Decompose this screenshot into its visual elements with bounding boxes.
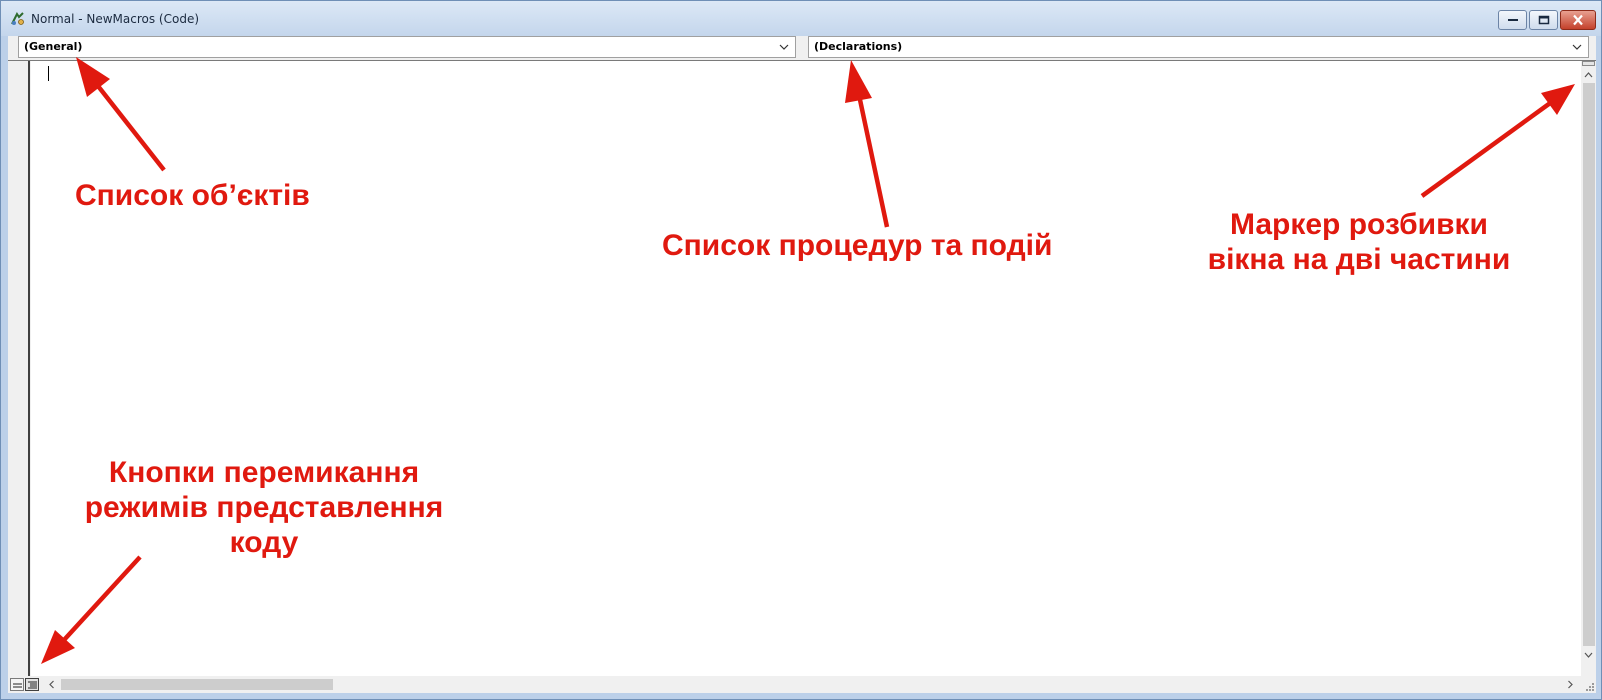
- title-bar[interactable]: Normal - NewMacros (Code): [1, 1, 1601, 36]
- vertical-scrollbar[interactable]: [1581, 61, 1596, 676]
- vertical-scroll-thumb[interactable]: [1583, 83, 1595, 646]
- code-window: Normal - NewMacros (Code) (General) (Dec…: [0, 0, 1602, 700]
- annotation-object-list: Список об’єктів: [75, 179, 310, 212]
- code-pane: [8, 60, 1596, 693]
- maximize-button[interactable]: [1529, 10, 1558, 30]
- close-icon: [1573, 14, 1583, 26]
- annotation-view-buttons: Кнопки перемикання режимів представлення…: [84, 456, 444, 559]
- chevron-down-icon[interactable]: [1581, 649, 1596, 661]
- object-list-value: (General): [24, 40, 83, 53]
- procedure-list-dropdown[interactable]: (Declarations): [808, 36, 1589, 58]
- chevron-down-icon: [1572, 44, 1582, 50]
- chevron-up-icon[interactable]: [1581, 69, 1596, 81]
- resize-grip-icon[interactable]: [1581, 676, 1596, 693]
- annotation-procedure-list: Список процедур та подій: [662, 229, 1053, 262]
- full-module-view-icon: [28, 681, 37, 689]
- chevron-right-icon[interactable]: [1564, 679, 1576, 690]
- horizontal-scrollbar-bar: [8, 676, 1596, 693]
- maximize-icon: [1538, 15, 1549, 25]
- vba-module-icon: [10, 11, 26, 27]
- object-list-dropdown[interactable]: (General): [18, 36, 796, 58]
- chevron-left-icon[interactable]: [46, 679, 58, 690]
- full-module-view-button[interactable]: [25, 678, 39, 691]
- combo-bar: (General) (Declarations): [8, 36, 1596, 60]
- code-editor[interactable]: [31, 61, 1581, 676]
- minimize-icon: [1507, 19, 1518, 21]
- text-caret: [48, 66, 49, 81]
- chevron-down-icon: [779, 44, 789, 50]
- margin-indicator-bar[interactable]: [8, 61, 30, 676]
- procedure-view-button[interactable]: [10, 678, 24, 691]
- procedure-list-value: (Declarations): [814, 40, 903, 53]
- window-title: Normal - NewMacros (Code): [31, 12, 200, 26]
- annotation-split-marker: Маркер розбивки вікна на дві частини: [1207, 208, 1511, 276]
- split-bar-marker[interactable]: [1582, 61, 1595, 66]
- horizontal-scroll-thumb[interactable]: [61, 679, 333, 690]
- close-button[interactable]: [1560, 10, 1596, 30]
- procedure-view-icon: [13, 683, 22, 688]
- minimize-button[interactable]: [1498, 10, 1527, 30]
